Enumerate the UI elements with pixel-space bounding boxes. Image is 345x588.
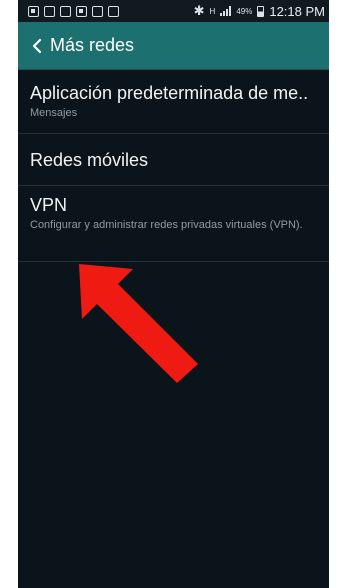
notification-icons (28, 5, 119, 17)
setting-title: Redes móviles (30, 150, 149, 170)
vpn-setting[interactable]: VPN Configurar y administrar redes priva… (18, 186, 329, 262)
notification-icon (44, 5, 55, 17)
setting-title: VPN (30, 195, 68, 215)
battery-percentage: 49% (236, 6, 253, 16)
back-chevron-icon[interactable] (28, 37, 46, 55)
default-messaging-app-setting[interactable]: Aplicación predeterminada de me.. Mensaj… (18, 70, 329, 134)
settings-list: Aplicación predeterminada de me.. Mensaj… (18, 70, 329, 262)
red-pointer-arrow-icon (79, 264, 198, 383)
notification-icon (28, 5, 39, 17)
status-bar: ✱ H 49% 12:18 PM (18, 0, 329, 22)
network-type-label: H (209, 6, 216, 16)
chevron-left-icon (32, 38, 42, 53)
setting-summary: Configurar y administrar redes privadas … (30, 219, 303, 231)
signal-strength-icon (220, 6, 232, 16)
notification-icon (60, 5, 71, 17)
setting-title: Aplicación predeterminada de me.. (30, 83, 309, 103)
notification-icon (108, 5, 119, 17)
battery-icon (257, 5, 265, 17)
page-title: Más redes (50, 35, 135, 55)
setting-summary: Mensajes (30, 107, 78, 119)
action-bar: Más redes (18, 22, 329, 70)
clock: 12:18 PM (269, 3, 325, 19)
system-status: ✱ H 49% 12:18 PM (194, 3, 325, 19)
mobile-networks-setting[interactable]: Redes móviles (18, 134, 329, 186)
notification-icon (76, 5, 87, 17)
bluetooth-icon: ✱ (193, 3, 205, 18)
notification-icon (92, 5, 103, 17)
